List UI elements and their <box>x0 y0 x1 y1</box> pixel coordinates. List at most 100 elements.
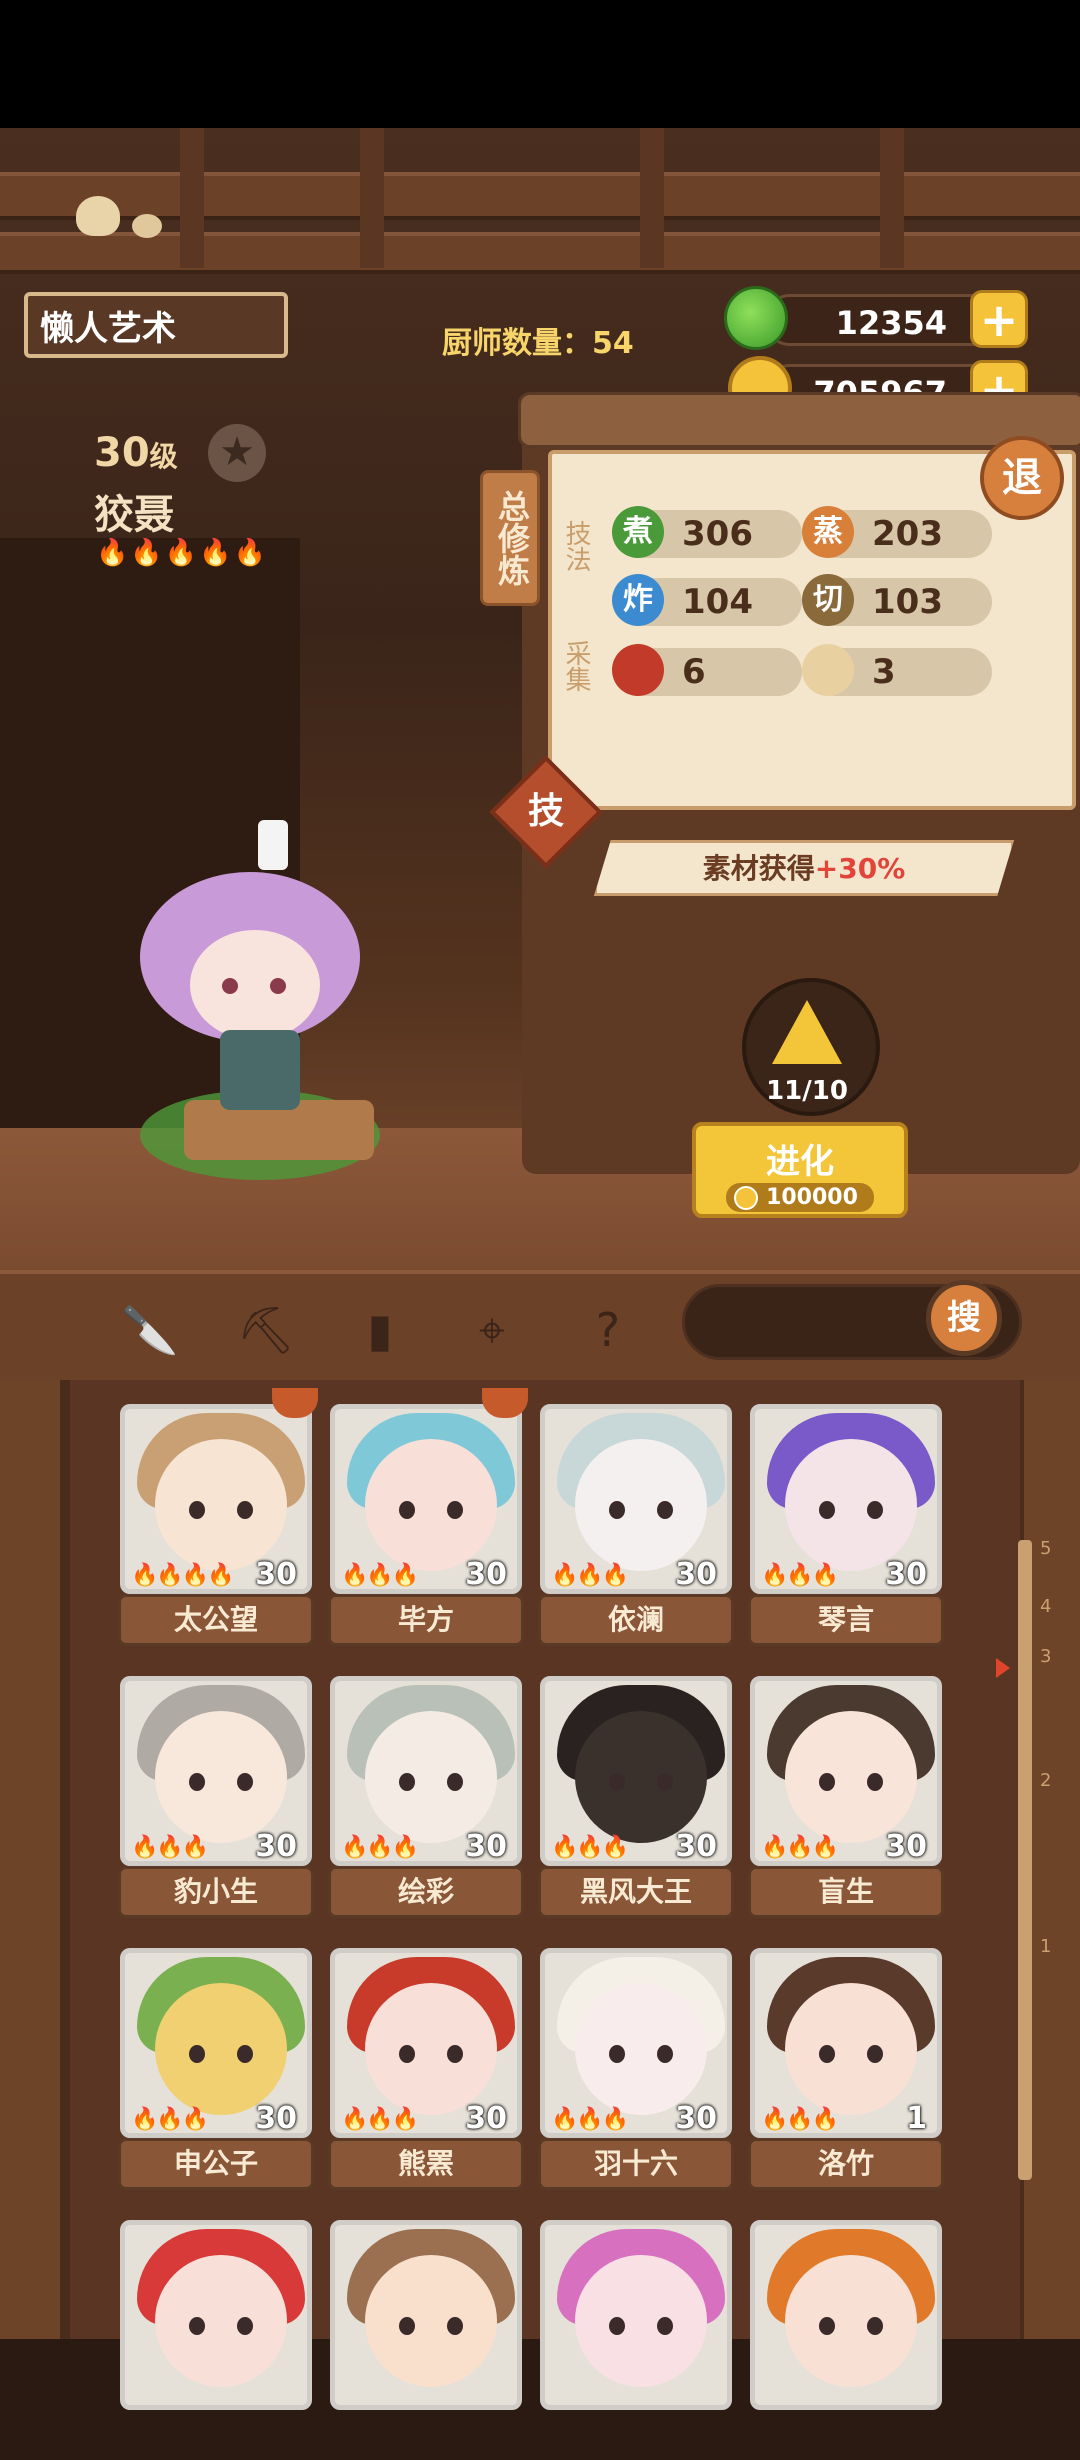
add-jade-button[interactable]: + <box>970 290 1028 348</box>
eye <box>609 2045 625 2063</box>
shovel-icon[interactable]: ⛏ <box>236 1300 296 1360</box>
ceiling-beam <box>0 232 1080 274</box>
chef-face <box>155 1711 287 1843</box>
chef-card-level: 30 <box>885 1829 927 1864</box>
eye <box>657 2317 673 2335</box>
chef-portrait: 🔥🔥🔥 30 <box>120 1948 312 2138</box>
material-bonus-banner: 素材获得+30% <box>594 840 1014 896</box>
chef-card-level: 30 <box>675 2101 717 2136</box>
chef-card-level: 30 <box>675 1557 717 1592</box>
eye <box>237 1501 253 1519</box>
ceiling-beam <box>0 172 1080 220</box>
chef-card[interactable]: 🔥🔥🔥 30 盲生 <box>748 1676 944 1918</box>
ruler-label: 2 <box>1040 1770 1052 1791</box>
eye <box>399 1501 415 1519</box>
chef-card[interactable]: 🔥🔥🔥 30 黑风大王 <box>538 1676 734 1918</box>
left-rail <box>0 1380 60 2339</box>
chef-card[interactable] <box>750 2220 942 2460</box>
eye <box>819 1773 835 1791</box>
chef-card[interactable]: 🔥🔥🔥 30 羽十六 <box>538 1948 734 2190</box>
chef-flame-rating: 🔥🔥🔥 <box>341 2107 419 2132</box>
skill-label[interactable]: 技 <box>506 772 586 852</box>
eye <box>237 1773 253 1791</box>
chef-card-level: 30 <box>465 1829 507 1864</box>
chef-card-name: 豹小生 <box>118 1866 314 1918</box>
bonus-text: 素材获得 <box>702 852 815 885</box>
chef-face <box>365 1439 497 1571</box>
chef-card-name: 琴言 <box>748 1594 944 1646</box>
knife-icon[interactable]: 🔪 <box>120 1300 180 1360</box>
eye <box>447 2317 463 2335</box>
evolve-button[interactable]: 进化 100000 <box>692 1122 908 1218</box>
chef-card[interactable]: 🔥🔥🔥 30 绘彩 <box>328 1676 524 1918</box>
chef-card-level: 30 <box>885 1557 927 1592</box>
chef-card[interactable] <box>330 2220 522 2460</box>
chef-card[interactable]: 🔥🔥🔥 1 洛竹 <box>748 1948 944 2190</box>
location-pin-icon[interactable]: ⌖ <box>462 1300 522 1360</box>
chef-face <box>575 1439 707 1571</box>
post <box>360 128 384 268</box>
map-question-icon[interactable]: ? <box>578 1300 638 1360</box>
chef-card[interactable]: 🔥🔥🔥🔥 30 太公望 <box>118 1388 318 1646</box>
eye <box>867 2045 883 2063</box>
search-button[interactable]: 搜 <box>926 1280 1002 1356</box>
chef-face <box>155 1983 287 2115</box>
exit-button[interactable]: 退 <box>980 436 1064 520</box>
bonus-value: +30% <box>814 852 906 885</box>
eye <box>189 2045 205 2063</box>
chef-face <box>575 1983 707 2115</box>
chef-card[interactable]: 🔥🔥🔥 30 豹小生 <box>118 1676 314 1918</box>
chef-card-level: 30 <box>465 2101 507 2136</box>
chef-face <box>365 2255 497 2387</box>
player-name-box[interactable]: 懒人艺术 <box>24 292 288 358</box>
stat-icon: 煮 <box>612 506 664 558</box>
chef-card[interactable] <box>540 2220 732 2460</box>
chef-card-name: 洛竹 <box>748 2138 944 2190</box>
chef-card[interactable] <box>120 2220 312 2460</box>
chef-flame-rating: 🔥🔥🔥 <box>341 1835 419 1860</box>
chef-portrait <box>120 2220 312 2410</box>
chef-flame-rating: 🔥🔥🔥 <box>761 1563 839 1588</box>
ruler-label: 1 <box>1040 1936 1052 1957</box>
character-face <box>190 930 320 1040</box>
eye <box>867 2317 883 2335</box>
gather-label: 采集 <box>561 640 591 692</box>
chef-card[interactable]: 🔥🔥🔥 30 熊罴 <box>328 1948 524 2190</box>
chef-flame-rating: 🔥🔥🔥 <box>131 2107 209 2132</box>
chef-card-name: 太公望 <box>118 1594 314 1646</box>
eye <box>189 2317 205 2335</box>
coin-icon <box>734 1186 759 1210</box>
eye <box>189 1773 205 1791</box>
top-black-bar <box>0 0 1080 128</box>
eye <box>447 2045 463 2063</box>
chef-face <box>365 1983 497 2115</box>
chef-card[interactable]: 🔥🔥🔥 30 依澜 <box>538 1404 734 1646</box>
eye <box>819 2045 835 2063</box>
chef-portrait: 🔥🔥🔥 30 <box>540 1948 732 2138</box>
rarity-scrollbar[interactable] <box>1018 1540 1032 2180</box>
chef-face <box>365 1711 497 1843</box>
chef-card-level: 1 <box>906 2101 927 2136</box>
eye <box>237 2317 253 2335</box>
chef-flame-rating: 🔥🔥🔥 <box>551 1835 629 1860</box>
right-rail <box>1024 1380 1080 2339</box>
post <box>640 128 664 268</box>
eye <box>237 2045 253 2063</box>
chef-level: 30级 <box>94 430 178 476</box>
chef-card-name: 羽十六 <box>538 2138 734 2190</box>
chef-portrait: 🔥🔥🔥 30 <box>750 1404 942 1594</box>
chef-flame-rating: 🔥🔥🔥 <box>131 1835 209 1860</box>
chef-card-name: 绘彩 <box>328 1866 524 1918</box>
eye <box>447 1773 463 1791</box>
chef-card[interactable]: 🔥🔥🔥 30 毕方 <box>328 1388 528 1646</box>
jar-icon[interactable]: ▮ <box>350 1300 410 1360</box>
chef-card-name: 依澜 <box>538 1594 734 1646</box>
chef-portrait: 🔥🔥🔥 30 <box>540 1404 732 1594</box>
chef-card[interactable]: 🔥🔥🔥 30 申公子 <box>118 1948 314 2190</box>
chef-card-name: 盲生 <box>748 1866 944 1918</box>
chef-card[interactable]: 🔥🔥🔥 30 琴言 <box>748 1404 944 1646</box>
chef-portrait: 🔥🔥🔥 1 <box>750 1948 942 2138</box>
chef-name: 狡聂 <box>94 492 174 538</box>
chef-card-level: 30 <box>465 1557 507 1592</box>
star-icon[interactable]: ★ <box>208 424 266 482</box>
